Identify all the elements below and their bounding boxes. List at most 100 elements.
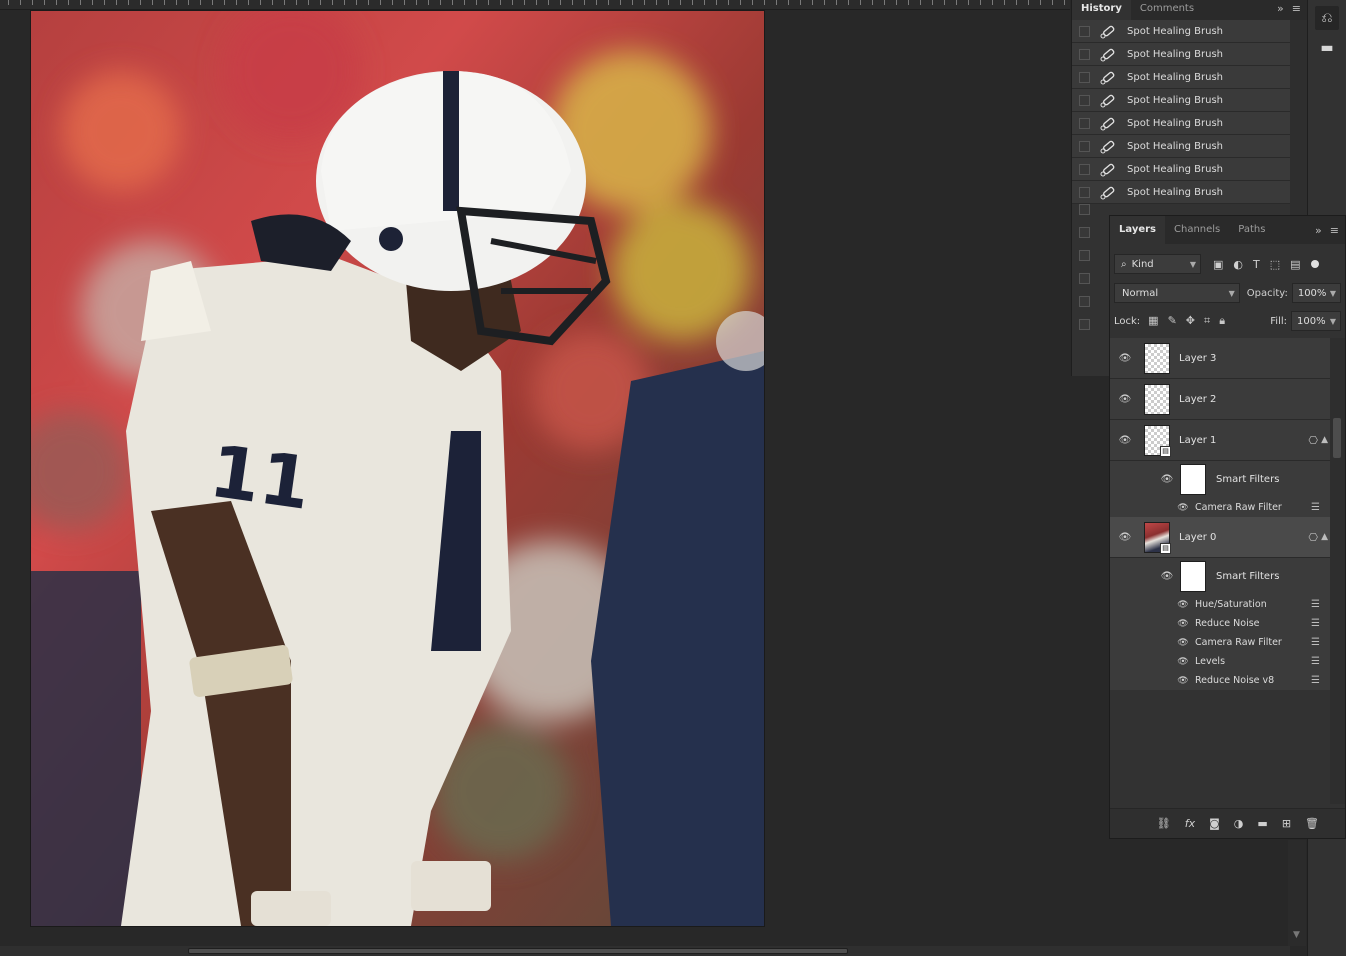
snapshot-checkbox[interactable] xyxy=(1079,319,1090,330)
snapshot-checkbox[interactable] xyxy=(1079,204,1090,215)
type-layer-filter-icon[interactable]: T xyxy=(1253,258,1260,271)
blending-options-icon[interactable]: ☰ xyxy=(1311,637,1320,648)
history-item[interactable]: Spot Healing Brush xyxy=(1072,181,1290,204)
tab-history[interactable]: History xyxy=(1072,0,1131,20)
filter-mask-thumbnail[interactable] xyxy=(1180,561,1206,592)
filter-item[interactable]: 👁︎ Reduce Noise v8 ☰ xyxy=(1110,671,1330,690)
snapshot-checkbox[interactable] xyxy=(1079,48,1090,60)
adjustment-icon[interactable]: ◑ xyxy=(1234,817,1244,830)
snapshot-checkbox[interactable] xyxy=(1079,250,1090,261)
tab-paths[interactable]: Paths xyxy=(1229,216,1274,244)
smart-filters-row[interactable]: 👁︎ Smart Filters xyxy=(1110,558,1330,595)
layer-row-layer-1[interactable]: 👁︎ ▤ Layer 1 ⎔ ▲ xyxy=(1110,420,1330,461)
history-item[interactable]: Spot Healing Brush xyxy=(1072,135,1290,158)
blending-options-icon[interactable]: ☰ xyxy=(1311,675,1320,686)
eye-icon[interactable]: 👁︎ xyxy=(1176,638,1190,648)
eye-icon[interactable]: 👁︎ xyxy=(1110,532,1140,543)
eye-icon[interactable]: 👁︎ xyxy=(1110,353,1140,364)
trash-icon[interactable]: 🗑︎ xyxy=(1305,817,1319,830)
snapshot-checkbox[interactable] xyxy=(1079,71,1090,83)
history-item[interactable]: Spot Healing Brush xyxy=(1072,66,1290,89)
eye-icon[interactable]: 👁︎ xyxy=(1176,600,1190,610)
panel-menu-icon[interactable]: ≡ xyxy=(1330,224,1339,237)
snapshot-checkbox[interactable] xyxy=(1079,186,1090,198)
lock-position-icon[interactable]: ✥ xyxy=(1186,314,1195,328)
eye-icon[interactable]: 👁︎ xyxy=(1176,676,1190,686)
eye-icon[interactable]: 👁︎ xyxy=(1110,394,1140,405)
lock-all-icon[interactable]: 🔒︎ xyxy=(1219,314,1225,328)
history-item[interactable]: Spot Healing Brush xyxy=(1072,20,1290,43)
layer-name[interactable]: Layer 3 xyxy=(1179,353,1216,364)
smart-filters-row[interactable]: 👁︎ Smart Filters xyxy=(1110,461,1330,498)
lock-artboard-icon[interactable]: ⌗ xyxy=(1204,314,1210,328)
opacity-input[interactable]: 100% ▼ xyxy=(1291,283,1341,303)
snapshot-checkbox[interactable] xyxy=(1079,273,1090,284)
chevron-up-icon[interactable]: ▲ xyxy=(1321,532,1328,542)
tab-comments[interactable]: Comments xyxy=(1131,0,1203,20)
eye-icon[interactable]: 👁︎ xyxy=(1176,657,1190,667)
folder-icon[interactable]: ▬ xyxy=(1257,817,1267,830)
tab-layers[interactable]: Layers xyxy=(1110,216,1165,244)
blending-options-icon[interactable]: ☰ xyxy=(1311,656,1320,667)
eye-icon[interactable]: 👁︎ xyxy=(1176,619,1190,629)
eye-icon[interactable]: 👁︎ xyxy=(1176,503,1190,513)
link-icon[interactable]: ⛓︎ xyxy=(1157,817,1171,830)
filter-mask-thumbnail[interactable] xyxy=(1180,464,1206,495)
snapshot-checkbox[interactable] xyxy=(1079,25,1090,37)
blending-options-icon[interactable]: ☰ xyxy=(1311,618,1320,629)
layers-scrollbar[interactable] xyxy=(1330,338,1345,804)
layers-scroll-thumb[interactable] xyxy=(1333,418,1341,458)
history-item[interactable]: Spot Healing Brush xyxy=(1072,43,1290,66)
history-item[interactable]: Spot Healing Brush xyxy=(1072,158,1290,181)
collapse-panels-icon[interactable]: » xyxy=(1277,2,1284,15)
adjustment-layer-filter-icon[interactable]: ◐ xyxy=(1233,258,1243,271)
history-panel-icon[interactable]: ⎌ xyxy=(1315,6,1339,30)
eye-icon[interactable]: 👁︎ xyxy=(1158,474,1176,485)
filter-kind-select[interactable]: ⌕ Kind ▼ xyxy=(1114,254,1201,274)
filter-item[interactable]: 👁︎ Hue/Saturation ☰ xyxy=(1110,595,1330,614)
blending-options-icon[interactable]: ☰ xyxy=(1311,599,1320,610)
fill-input[interactable]: 100% ▼ xyxy=(1291,311,1341,331)
fx-icon[interactable]: fx xyxy=(1185,817,1195,830)
layer-row-layer-3[interactable]: 👁︎ Layer 3 xyxy=(1110,338,1330,379)
filter-item[interactable]: 👁︎ Reduce Noise ☰ xyxy=(1110,614,1330,633)
snapshot-checkbox[interactable] xyxy=(1079,296,1090,307)
smart-object-filter-icon[interactable]: ▤ xyxy=(1290,258,1300,271)
history-item[interactable]: Spot Healing Brush xyxy=(1072,89,1290,112)
canvas-image[interactable]: 11 xyxy=(31,11,764,926)
horizontal-scrollbar[interactable] xyxy=(0,946,1290,956)
blend-mode-select[interactable]: Normal ▼ xyxy=(1114,283,1240,303)
snapshot-checkbox[interactable] xyxy=(1079,163,1090,175)
shape-layer-filter-icon[interactable]: ⬚ xyxy=(1270,258,1280,271)
document-workspace[interactable]: 11 xyxy=(0,0,1070,946)
history-item[interactable]: Spot Healing Brush xyxy=(1072,112,1290,135)
layer-name[interactable]: Layer 2 xyxy=(1179,394,1216,405)
vertical-scrollbar[interactable]: ▼ xyxy=(1288,840,1306,946)
snapshot-checkbox[interactable] xyxy=(1079,227,1090,238)
filter-item[interactable]: 👁︎ Camera Raw Filter ☰ xyxy=(1110,498,1330,517)
filter-toggle[interactable] xyxy=(1310,260,1319,268)
panel-menu-icon[interactable]: ≡ xyxy=(1292,2,1301,15)
eye-icon[interactable]: 👁︎ xyxy=(1110,435,1140,446)
horizontal-scroll-thumb[interactable] xyxy=(188,948,848,954)
snapshot-checkbox[interactable] xyxy=(1079,117,1090,129)
filter-item[interactable]: 👁︎ Camera Raw Filter ☰ xyxy=(1110,633,1330,652)
layer-row-layer-2[interactable]: 👁︎ Layer 2 xyxy=(1110,379,1330,420)
layer-row-layer-0[interactable]: 👁︎ ▤ Layer 0 ⎔ ▲ xyxy=(1110,517,1330,558)
comments-panel-icon[interactable]: ▬ xyxy=(1315,36,1339,60)
layer-name[interactable]: Layer 1 xyxy=(1179,435,1216,446)
tab-channels[interactable]: Channels xyxy=(1165,216,1229,244)
pixel-layer-filter-icon[interactable]: ▣ xyxy=(1213,258,1223,271)
snapshot-checkbox[interactable] xyxy=(1079,94,1090,106)
filter-item[interactable]: 👁︎ Levels ☰ xyxy=(1110,652,1330,671)
layer-name[interactable]: Layer 0 xyxy=(1179,532,1216,543)
eye-icon[interactable]: 👁︎ xyxy=(1158,571,1176,582)
collapse-panels-icon[interactable]: » xyxy=(1315,224,1322,237)
scroll-down-arrow-icon[interactable]: ▼ xyxy=(1293,930,1300,940)
blending-options-icon[interactable]: ☰ xyxy=(1311,502,1320,513)
lock-transparency-icon[interactable]: ▦ xyxy=(1148,314,1158,328)
lock-pixels-icon[interactable]: ✎ xyxy=(1168,314,1177,328)
chevron-up-icon[interactable]: ▲ xyxy=(1321,435,1328,445)
new-layer-icon[interactable]: ⊞ xyxy=(1282,817,1291,830)
mask-icon[interactable]: ◙ xyxy=(1209,817,1220,830)
